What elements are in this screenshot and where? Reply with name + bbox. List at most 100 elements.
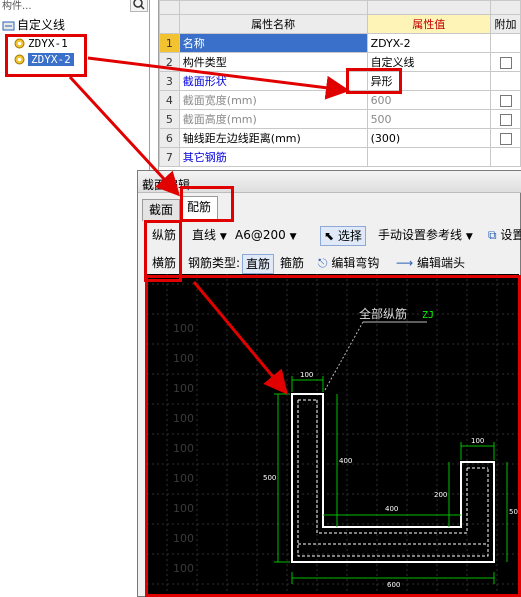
column-header-value[interactable]: 属性值: [366, 14, 492, 34]
extra-checkbox[interactable]: [499, 113, 512, 126]
row-number: 2: [159, 52, 180, 72]
dim-top-left-width: 100: [300, 371, 313, 379]
extra-cell: [490, 147, 521, 167]
annotation-label: 全部纵筋: [359, 306, 407, 321]
table-row[interactable]: 5 截面高度(mm) 500: [159, 109, 521, 129]
settings-label: 设置: [500, 228, 521, 242]
search-icon: [133, 0, 145, 10]
chevron-down-icon: ▼: [289, 232, 297, 242]
extra-cell: [490, 52, 521, 72]
property-name: 截面高度(mm): [178, 109, 368, 129]
property-value-field[interactable]: ZDYX-2: [366, 33, 492, 53]
edit-hook-button[interactable]: ⎋ 编辑弯钩: [318, 254, 379, 272]
dim-right-inner-height: 200: [434, 491, 447, 499]
table-row[interactable]: 7 其它钢筋: [159, 147, 521, 167]
grid-label: 100: [173, 442, 194, 455]
extra-checkbox[interactable]: [499, 56, 512, 69]
extra-cell: [490, 128, 521, 148]
annotation-code: ZJ: [422, 310, 434, 321]
longitudinal-rebars: [297, 399, 489, 557]
grid-label: 100: [173, 412, 194, 425]
grid-corner: [159, 14, 180, 34]
grid-label: 100: [173, 472, 194, 485]
table-row[interactable]: 3 截面形状 异形: [159, 71, 521, 91]
property-value-field[interactable]: 自定义线: [366, 52, 492, 72]
hook-icon: ⎋: [318, 256, 328, 270]
table-row[interactable]: 4 截面宽度(mm) 600: [159, 90, 521, 110]
component-tree-panel: 构件... 自定义线 ZDYX-1 ZDYX-2: [0, 0, 150, 597]
property-value-field[interactable]: 500: [366, 109, 492, 129]
dimension-labels: 100 500 400 400 100 200 500 600: [263, 371, 519, 589]
manual-reference-line-button[interactable]: 手动设置参考线 ▼: [378, 226, 473, 246]
extra-cell: [490, 90, 521, 110]
row-number: 1: [159, 33, 180, 53]
chevron-down-icon: ▼: [219, 232, 227, 242]
drawing-canvas[interactable]: 100 100 100 100 100 100 100 100 100 100 …: [147, 274, 519, 596]
select-button-label: 选择: [337, 229, 362, 243]
settings-icon: ⧉: [488, 228, 497, 242]
column-header-name[interactable]: 属性名称: [178, 14, 368, 34]
property-value-field[interactable]: 异形: [366, 71, 492, 91]
section-drawing: 100 100 100 100 100 100 100 100 100 100 …: [147, 274, 519, 596]
table-row[interactable]: 6 轴线距左边线距离(mm) (300): [159, 128, 521, 148]
tree-item-zdyx-2[interactable]: ZDYX-2: [13, 51, 74, 67]
extra-checkbox[interactable]: [499, 132, 512, 145]
gear-icon: [13, 37, 26, 50]
row-number: 6: [159, 128, 180, 148]
tree-item-zdyx-1[interactable]: ZDYX-1: [13, 35, 68, 51]
transverse-rebar-label[interactable]: 横筋: [152, 254, 176, 272]
tree-search-text: 构件...: [2, 1, 32, 12]
dialog-titlebar[interactable]: 截面编辑: [138, 171, 521, 193]
gear-icon: [13, 53, 26, 66]
property-name: 截面宽度(mm): [178, 90, 368, 110]
select-button[interactable]: ⬉ 选择: [320, 226, 366, 246]
grid-header-extra: [490, 0, 521, 15]
property-name: 其它钢筋: [178, 147, 368, 167]
grid-column-headers: 属性名称 属性值 附加: [159, 14, 521, 34]
cursor-icon: ⬉: [324, 229, 335, 243]
search-button[interactable]: [130, 0, 148, 12]
manual-ref-label: 手动设置参考线: [378, 228, 463, 242]
line-type-value: 直线: [192, 228, 217, 242]
stirrup-button[interactable]: 箍筋: [280, 254, 304, 272]
row-number: 3: [159, 71, 180, 91]
grid-header-row: [159, 0, 521, 15]
dim-bottom-width: 600: [387, 581, 400, 589]
property-name: 名称: [178, 33, 368, 53]
rebar-spec-value: A6@200: [235, 228, 286, 242]
longitudinal-rebar-label[interactable]: 纵筋: [152, 226, 176, 244]
extra-checkbox[interactable]: [499, 94, 512, 107]
dim-bottom-inner-width: 400: [385, 505, 398, 513]
grid-header-value: [366, 0, 492, 15]
section-outline: [291, 393, 495, 563]
edit-end-label: 编辑端头: [417, 256, 466, 270]
grid-labels: 100 100 100 100 100 100 100 100 100: [173, 322, 194, 575]
property-value-field[interactable]: (300): [366, 128, 492, 148]
property-name: 截面形状: [178, 71, 368, 91]
tab-section[interactable]: 截面: [142, 199, 181, 221]
end-icon: ⟶: [396, 256, 414, 270]
table-row[interactable]: 1 名称 ZDYX-2: [159, 33, 521, 53]
tree-root-custom-line[interactable]: 自定义线: [2, 17, 65, 33]
edit-end-button[interactable]: ⟶ 编辑端头: [396, 254, 465, 272]
grid-label: 100: [173, 322, 194, 335]
straight-rebar-button[interactable]: 直筋: [242, 254, 275, 274]
property-value-field[interactable]: 600: [366, 90, 492, 110]
property-value-field[interactable]: [366, 147, 492, 167]
grid-header-name: [178, 0, 368, 15]
annotation-leader: [324, 321, 364, 391]
settings-button[interactable]: ⧉ 设置: [488, 226, 521, 244]
grid-corner: [159, 0, 180, 15]
grid-label: 100: [173, 562, 194, 575]
tab-reinforcement[interactable]: 配筋: [180, 196, 219, 221]
dimension-lines: [274, 376, 508, 584]
dim-left-height: 500: [263, 474, 276, 482]
grid-label: 100: [173, 502, 194, 515]
tree-search-bar: 构件...: [0, 0, 150, 14]
folder-icon: [2, 19, 15, 32]
table-row[interactable]: 2 构件类型 自定义线: [159, 52, 521, 72]
line-type-select[interactable]: 直线 ▼: [192, 226, 227, 246]
dim-inner-left-height: 400: [339, 457, 352, 465]
rebar-spec-select[interactable]: A6@200 ▼: [235, 226, 297, 246]
column-header-extra[interactable]: 附加: [490, 14, 521, 34]
